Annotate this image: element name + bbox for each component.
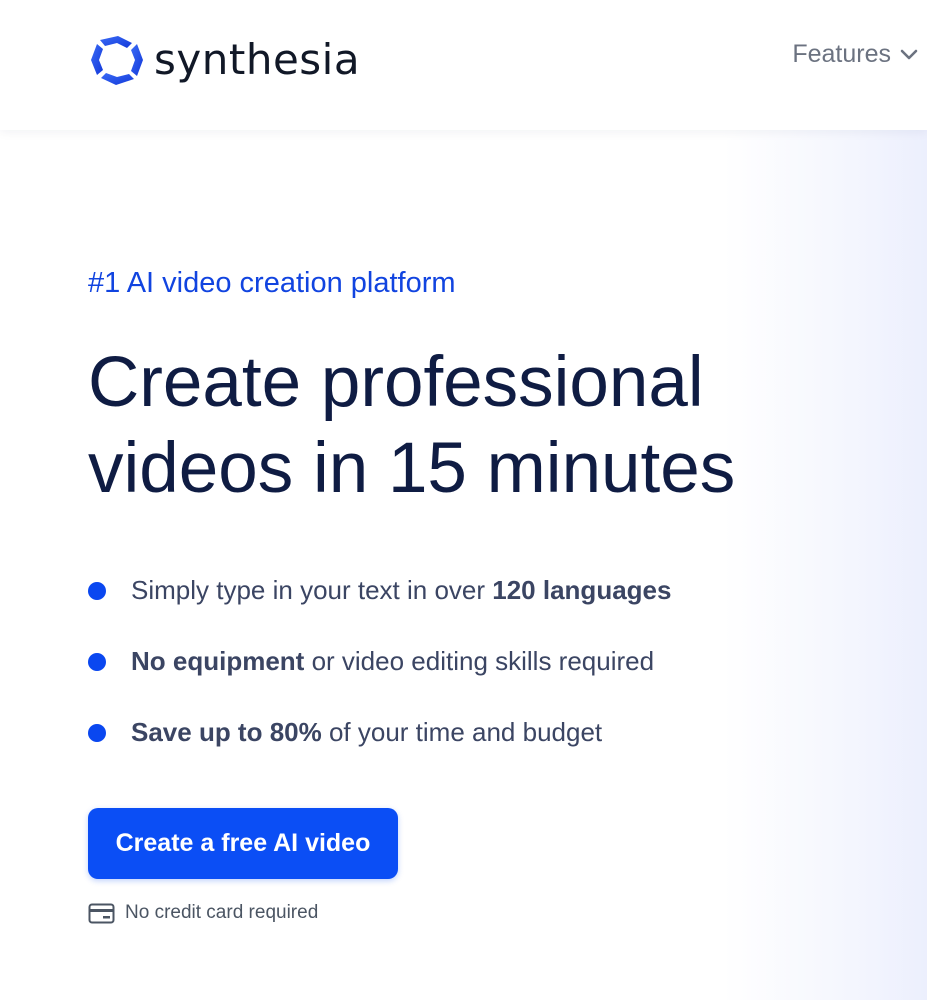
hero-section: #1 AI video creation platform Create pro… — [0, 130, 927, 1000]
feature-highlight: Save up to 80% — [131, 717, 322, 747]
synthesia-logo-icon — [91, 36, 143, 85]
create-free-video-button[interactable]: Create a free AI video — [88, 808, 398, 879]
chevron-down-icon — [900, 49, 918, 59]
feature-item-languages: Simply type in your text in over 120 lan… — [88, 555, 671, 626]
nav-features-dropdown[interactable]: Features — [792, 40, 919, 69]
bullet-dot-icon — [88, 582, 106, 600]
headline-line-2: videos in 15 minutes — [88, 429, 736, 508]
feature-item-equipment: No equipment or video editing skills req… — [88, 626, 671, 697]
brand-name: synthesia — [154, 35, 361, 84]
nav-features-label: Features — [792, 40, 891, 68]
feature-text: or video editing skills required — [304, 646, 655, 676]
site-header: synthesia Features — [0, 0, 927, 130]
note-text: No credit card required — [125, 902, 319, 923]
feature-item-savings: Save up to 80% of your time and budget — [88, 697, 671, 768]
feature-highlight: No equipment — [131, 646, 305, 676]
no-credit-card-note: No credit card required — [88, 902, 318, 924]
brand-logo-link[interactable]: synthesia — [88, 30, 360, 90]
feature-text: of your time and budget — [321, 717, 603, 747]
bullet-dot-icon — [88, 724, 106, 742]
feature-text: Simply type in your text in over — [131, 575, 493, 605]
feature-highlight: 120 languages — [492, 575, 672, 605]
credit-card-icon — [88, 903, 115, 923]
hero-headline: Create professional videos in 15 minutes — [88, 340, 888, 512]
headline-line-1: Create professional — [88, 343, 704, 422]
bullet-dot-icon — [88, 653, 106, 671]
feature-list: Simply type in your text in over 120 lan… — [88, 555, 671, 768]
hero-eyebrow: #1 AI video creation platform — [88, 267, 456, 299]
